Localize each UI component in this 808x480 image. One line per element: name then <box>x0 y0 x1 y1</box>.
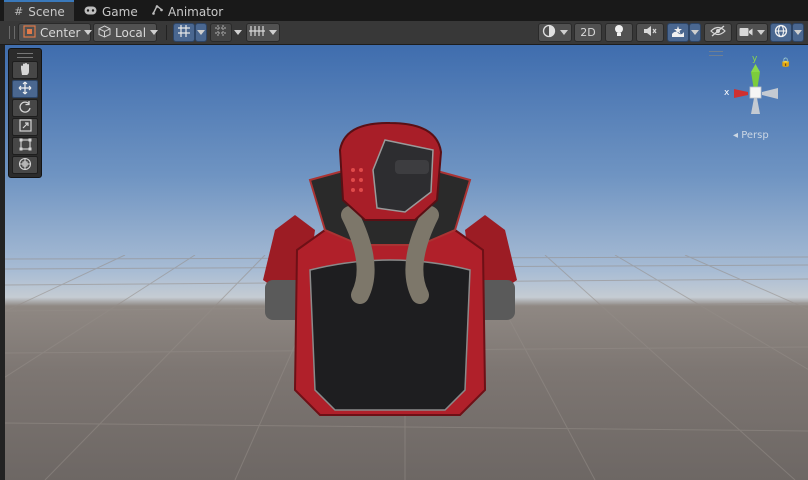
increment-snap-dropdown[interactable] <box>232 23 244 42</box>
grid-snap-dropdown[interactable] <box>195 23 207 42</box>
chevron-down-icon <box>560 30 568 35</box>
scene-visibility-toggle[interactable] <box>704 23 732 42</box>
gizmos-globe-icon <box>774 24 788 41</box>
camera-settings-dropdown[interactable] <box>736 23 768 42</box>
toolbar-grip-icon[interactable] <box>9 26 15 39</box>
gizmo-x-label: x <box>724 88 730 98</box>
effects-toggle[interactable] <box>667 23 689 42</box>
rect-transform-icon <box>19 138 32 154</box>
chevron-down-icon <box>794 30 802 35</box>
chevron-down-icon <box>150 30 159 35</box>
grid-icon: # <box>14 5 24 18</box>
projection-arrow-icon: ◂ <box>733 130 739 141</box>
lightbulb-icon <box>613 24 625 41</box>
scene-lighting-toggle[interactable] <box>605 23 633 42</box>
gizmos-toggle[interactable] <box>770 23 792 42</box>
pivot-space-label: Local <box>115 25 147 40</box>
increment-snap-toggle[interactable] <box>210 23 232 42</box>
chevron-down-icon <box>84 30 93 35</box>
gamepad-icon <box>84 5 97 18</box>
rotate-icon <box>18 100 32 117</box>
toolbar-separator <box>166 25 167 40</box>
pivot-mode-label: Center <box>40 25 81 40</box>
shading-mode-icon <box>542 24 556 41</box>
rotate-tool-button[interactable] <box>12 99 38 117</box>
cube-icon <box>98 24 111 41</box>
gizmos-dropdown[interactable] <box>792 23 804 42</box>
tab-animator-label: Animator <box>168 4 224 19</box>
scene-tools-overlay <box>8 48 42 178</box>
chevron-down-icon <box>269 30 277 35</box>
scale-icon <box>18 119 32 135</box>
transform-all-icon <box>18 157 32 174</box>
chevron-down-icon <box>691 30 699 35</box>
camera-icon <box>739 26 753 40</box>
effects-dropdown[interactable] <box>689 23 701 42</box>
projection-mode-label: Persp <box>741 130 769 141</box>
scene-audio-toggle[interactable] <box>636 23 664 42</box>
overlay-grip-icon[interactable] <box>17 53 33 58</box>
tab-game-label: Game <box>102 4 138 19</box>
scene-toolbar: Center Local 2D <box>0 21 808 45</box>
chevron-down-icon <box>757 30 765 35</box>
hand-icon <box>19 62 32 79</box>
rect-tool-button[interactable] <box>12 137 38 155</box>
move-arrows-icon <box>18 81 32 98</box>
transform-tool-button[interactable] <box>12 156 38 174</box>
snap-settings-button[interactable] <box>246 23 280 42</box>
animator-icon <box>152 4 163 18</box>
gizmo-y-label: y <box>752 54 758 64</box>
snap-settings-icon <box>249 25 265 40</box>
tab-scene-label: Scene <box>28 4 65 19</box>
chevron-down-icon <box>197 30 205 35</box>
chevron-down-icon <box>234 30 242 35</box>
tab-scene[interactable]: # Scene <box>4 0 74 21</box>
tab-bar: # Scene Game Animator <box>0 0 808 22</box>
grid-snap-toggle[interactable] <box>173 23 195 42</box>
mode-2d-label: 2D <box>580 26 596 39</box>
pivot-mode-dropdown[interactable]: Center <box>18 23 93 42</box>
audio-mute-icon <box>643 25 657 40</box>
character-armor-model[interactable] <box>255 120 525 435</box>
mode-2d-toggle[interactable]: 2D <box>574 23 602 42</box>
pivot-space-dropdown[interactable]: Local <box>93 23 159 42</box>
draw-mode-dropdown[interactable] <box>538 23 572 42</box>
orientation-gizmo[interactable]: y x <box>710 52 800 142</box>
grid-snap-icon <box>177 24 191 41</box>
tab-game[interactable]: Game <box>74 2 142 21</box>
eye-hidden-icon <box>710 25 726 40</box>
pivot-center-icon <box>23 24 36 41</box>
effects-icon <box>671 25 685 41</box>
projection-mode-toggle[interactable]: ◂ Persp <box>733 130 769 141</box>
increment-snap-icon <box>214 24 228 41</box>
hand-tool-button[interactable] <box>12 61 38 79</box>
move-tool-button[interactable] <box>12 80 38 98</box>
tab-animator[interactable]: Animator <box>142 2 228 21</box>
scale-tool-button[interactable] <box>12 118 38 136</box>
